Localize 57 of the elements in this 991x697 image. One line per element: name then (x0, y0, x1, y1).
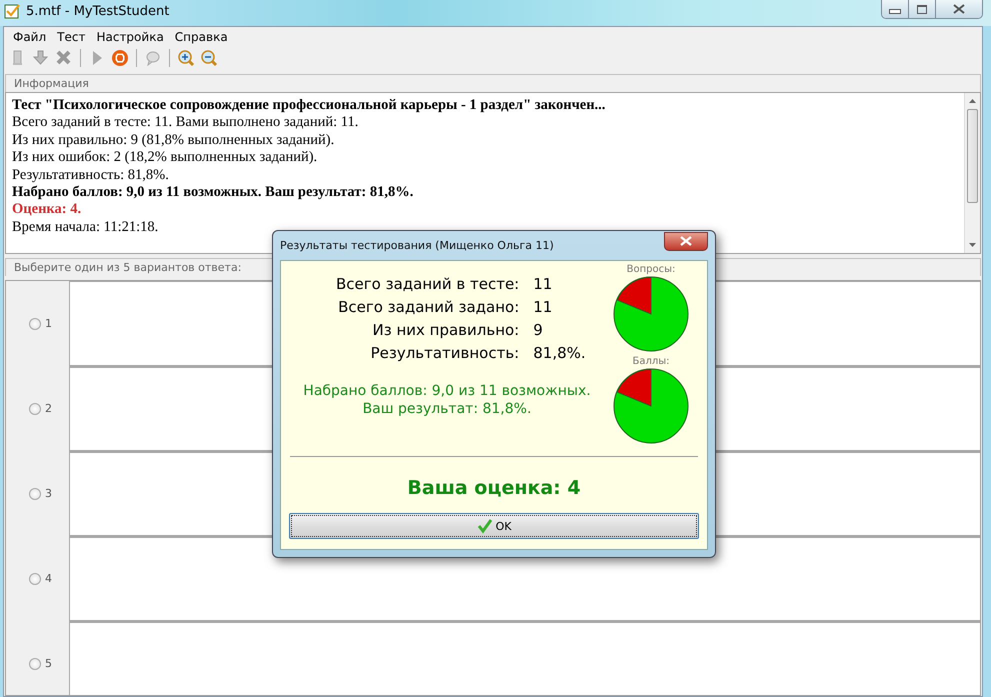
checkmark-icon (476, 518, 493, 534)
option-number: 4 (45, 572, 52, 585)
option-number: 3 (45, 487, 52, 500)
stat-value: 81,8%. (533, 344, 586, 362)
radio-button[interactable] (29, 488, 41, 500)
zoom-out-icon[interactable] (200, 49, 218, 67)
chart-label: Баллы: (632, 356, 670, 367)
radio-button[interactable] (29, 658, 41, 670)
ok-button[interactable]: OK (289, 513, 699, 539)
grade-text: Ваша оценка: 4 (406, 477, 582, 499)
zoom-in-icon[interactable] (177, 49, 195, 67)
info-line: Тест "Психологическое сопровождение профессиональной карьеры - 1 раздел" закончен... (12, 97, 606, 114)
menu-item[interactable]: Файл (10, 30, 54, 44)
minimize-button[interactable] (882, 0, 909, 18)
info-line: Оценка: 4. (12, 201, 82, 219)
score-text: Ваш результат: 81,8%. (362, 400, 532, 418)
scrollbar[interactable] (964, 93, 980, 253)
chart-label: Вопросы: (626, 264, 676, 275)
stat-label: Всего заданий в тесте: (336, 275, 520, 293)
down-arrow-icon[interactable] (969, 243, 976, 247)
stat-label: Результативность: (370, 344, 520, 362)
stop-icon[interactable] (111, 49, 129, 67)
cross-icon[interactable] (55, 49, 73, 67)
radio-button[interactable] (29, 402, 41, 414)
down-arrow-icon[interactable] (32, 49, 50, 67)
close-icon (680, 236, 692, 246)
radio-button[interactable] (29, 318, 41, 330)
option-number: 5 (45, 657, 52, 670)
menu-item[interactable]: Справка (172, 30, 236, 44)
panel-header: Информация (14, 77, 89, 90)
window-title: 5.mtf - MyTestStudent (26, 4, 170, 18)
up-arrow-icon[interactable] (969, 99, 976, 103)
info-line: Из них ошибок: 2 (18,2% выполненных заданий). (12, 149, 318, 167)
menu-item[interactable]: Тест (54, 30, 94, 44)
stat-label: Из них правильно: (372, 321, 520, 339)
panel-header: Выберите один из 5 вариантов ответа: (14, 261, 242, 274)
close-button[interactable] (936, 0, 982, 18)
info-line: Из них правильно: 9 (81,8% выполненных заданий). (12, 132, 334, 150)
close-icon (953, 4, 965, 14)
menu-item[interactable]: Настройка (93, 30, 172, 44)
info-line: Набрано баллов: 9,0 из 11 возможных. Ваш результат: 81,8%. (12, 184, 414, 202)
option-number: 2 (45, 402, 52, 415)
stat-value: 9 (533, 321, 544, 339)
checkmark-icon (4, 3, 20, 19)
stat-value: 11 (533, 275, 554, 293)
info-line: Результативность: 81,8%. (12, 166, 169, 184)
stat-value: 11 (533, 298, 554, 316)
info-line: Время начала: 11:21:18. (12, 218, 158, 236)
radio-button[interactable] (29, 572, 41, 584)
info-line: Всего заданий в тесте: 11. Вами выполнено заданий: 11. (12, 114, 358, 132)
dialog-title: Результаты тестирования (Мищенко Ольга 11) (280, 239, 554, 252)
close-button[interactable] (664, 232, 708, 250)
maximize-button[interactable] (909, 0, 936, 18)
speech-bubble-icon[interactable] (144, 49, 162, 67)
stat-label: Всего заданий задано: (337, 298, 520, 316)
score-text: Набрано баллов: 9,0 из 11 возможных. (302, 382, 592, 400)
option-number: 1 (45, 317, 52, 330)
